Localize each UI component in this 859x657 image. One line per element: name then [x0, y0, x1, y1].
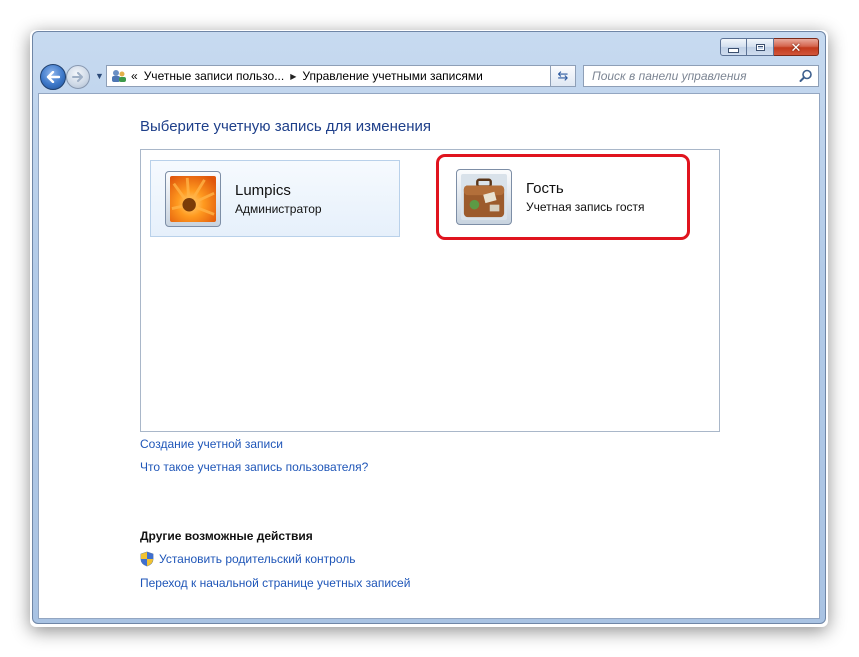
- accounts-panel: Lumpics Администратор Гость Учетная запи…: [140, 149, 720, 432]
- maximize-button[interactable]: [747, 38, 774, 56]
- maximize-icon: [755, 43, 765, 51]
- create-account-link[interactable]: Создание учетной записи: [140, 437, 283, 451]
- content-pane: Выберите учетную запись для изменения Lu…: [38, 93, 820, 619]
- forward-arrow-icon: [72, 72, 83, 82]
- avatar-frame: [456, 168, 512, 225]
- close-button[interactable]: ✕: [774, 38, 819, 56]
- parental-control-row: Установить родительский контроль: [140, 551, 356, 567]
- address-bar[interactable]: « Учетные записи пользо... ▶ Управление …: [106, 65, 576, 87]
- avatar-frame: [165, 170, 221, 227]
- forward-button[interactable]: [66, 65, 90, 89]
- breadcrumb-manage-accounts[interactable]: Управление учетными записями: [302, 69, 482, 83]
- account-name: Гость: [526, 179, 564, 197]
- search-icon[interactable]: [799, 69, 813, 83]
- user-accounts-icon: [112, 70, 126, 82]
- account-name: Lumpics: [235, 181, 291, 199]
- refresh-icon: ⇆: [557, 68, 569, 83]
- account-tile-guest[interactable]: Гость Учетная запись гостя: [442, 158, 682, 235]
- minimize-icon: [728, 47, 739, 53]
- breadcrumb-user-accounts[interactable]: Учетные записи пользо...: [144, 69, 285, 83]
- parental-control-link[interactable]: Установить родительский контроль: [159, 552, 356, 566]
- account-info: Гость Учетная запись гостя: [526, 180, 645, 214]
- breadcrumb-overflow[interactable]: «: [131, 69, 138, 83]
- navigation-bar: ▼ « Учетные записи пользо... ▶ Управлени…: [38, 62, 820, 90]
- refresh-button[interactable]: ⇆: [550, 65, 576, 87]
- minimize-button[interactable]: [720, 38, 747, 56]
- close-icon: ✕: [790, 39, 802, 55]
- accounts-home-link[interactable]: Переход к начальной странице учетных зап…: [140, 576, 410, 590]
- control-panel-window: ✕ ▼ « Учетные записи пользо... ▶ Управле…: [32, 31, 826, 624]
- page-title: Выберите учетную запись для изменения: [140, 118, 432, 135]
- suitcase-avatar-icon: [461, 173, 507, 220]
- account-role: Учетная запись гостя: [526, 199, 645, 214]
- breadcrumb-separator-icon[interactable]: ▶: [290, 72, 296, 81]
- account-role: Администратор: [235, 201, 322, 216]
- back-button[interactable]: [40, 64, 66, 90]
- caption-buttons: ✕: [720, 38, 819, 56]
- search-placeholder: Поиск в панели управления: [592, 69, 747, 83]
- back-arrow-icon: [46, 71, 60, 83]
- history-dropdown-icon[interactable]: ▼: [95, 71, 104, 81]
- uac-shield-icon: [140, 551, 154, 567]
- what-is-account-link[interactable]: Что такое учетная запись пользователя?: [140, 460, 368, 474]
- orange-flower-avatar-icon: [170, 175, 216, 222]
- search-input[interactable]: Поиск в панели управления: [583, 65, 819, 87]
- account-info: Lumpics Администратор: [235, 182, 322, 216]
- other-actions-heading: Другие возможные действия: [140, 529, 313, 543]
- account-tile-lumpics[interactable]: Lumpics Администратор: [150, 160, 400, 237]
